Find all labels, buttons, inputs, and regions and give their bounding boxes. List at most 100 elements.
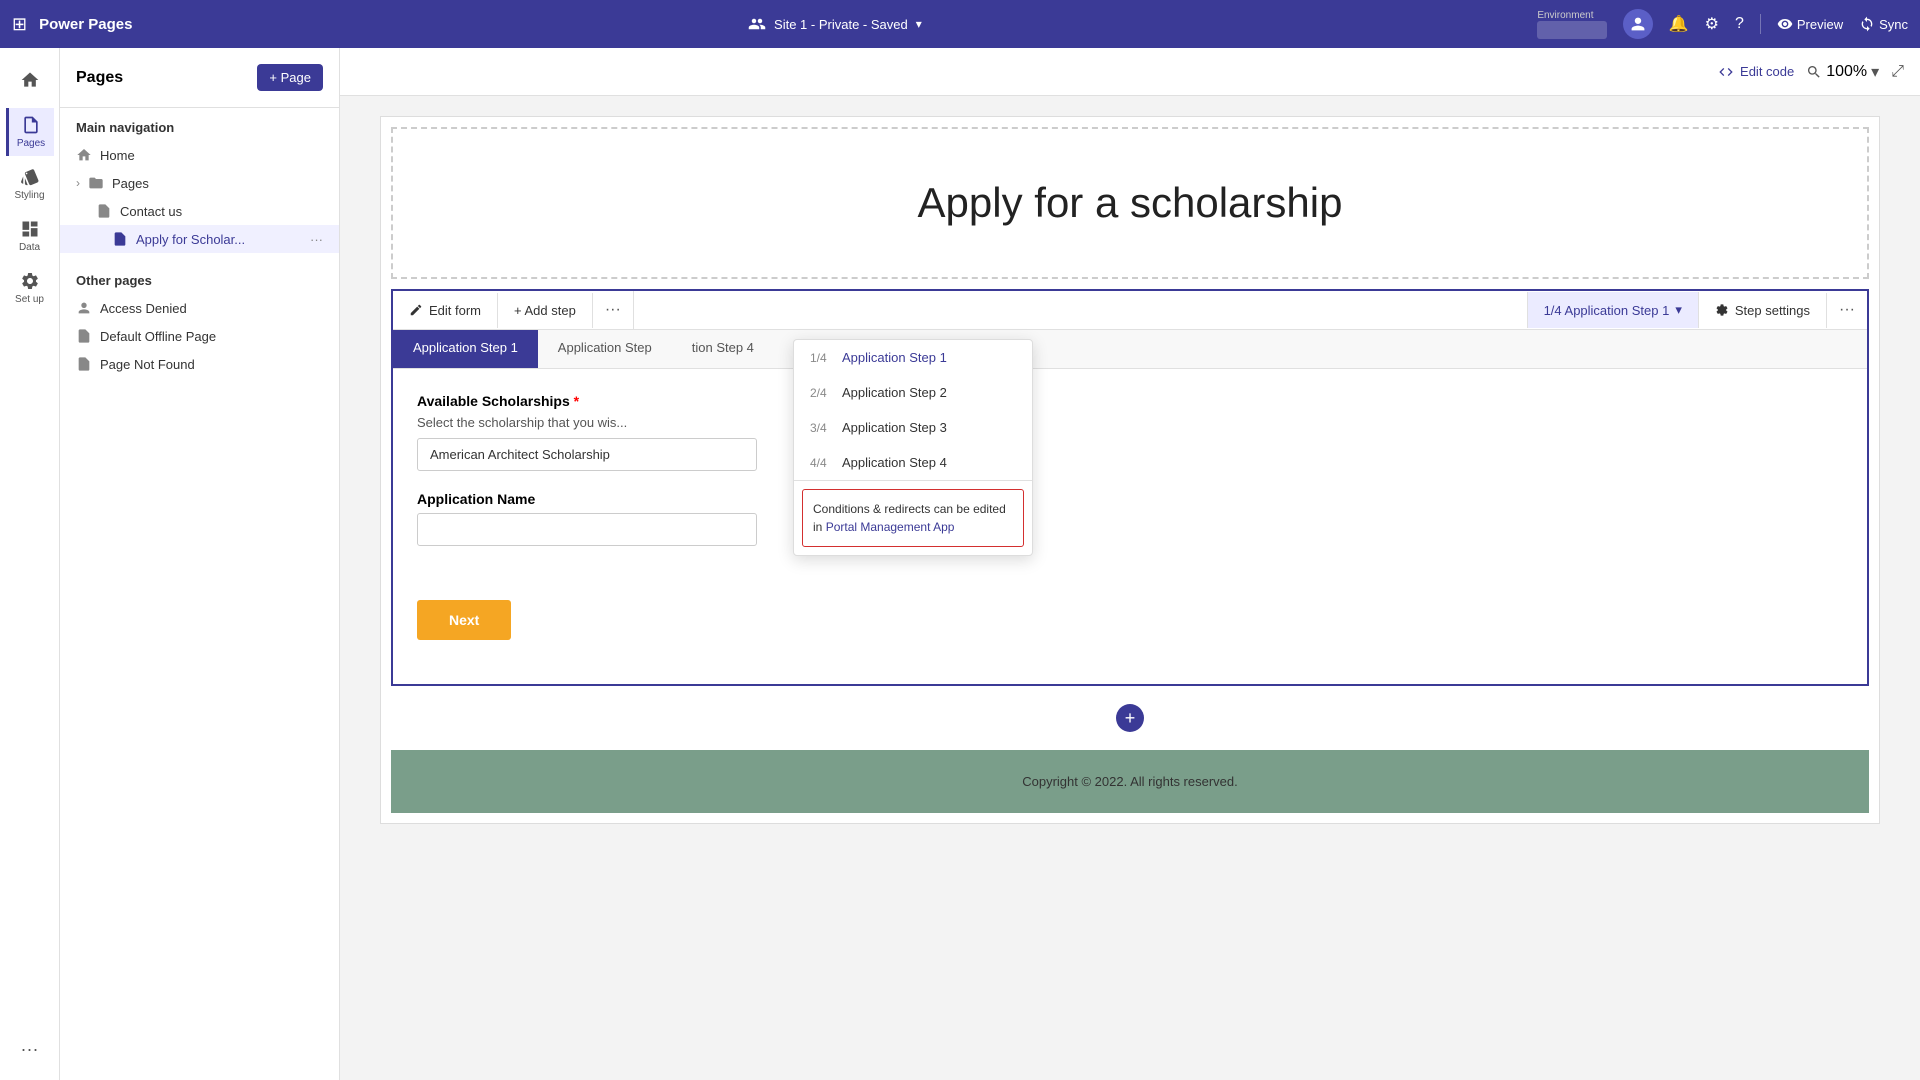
nav-pages-label: Pages bbox=[17, 138, 45, 149]
portal-management-link[interactable]: Portal Management App bbox=[826, 520, 955, 534]
preview-icon bbox=[1777, 16, 1793, 32]
page-icon bbox=[96, 203, 112, 219]
not-found-label: Page Not Found bbox=[100, 357, 195, 372]
step-more-button[interactable]: ··· bbox=[1827, 291, 1867, 329]
sync-icon bbox=[1859, 16, 1875, 32]
step-selector-button[interactable]: 1/4 Application Step 1 ▾ bbox=[1527, 292, 1699, 328]
form-more-button[interactable]: ··· bbox=[593, 291, 634, 329]
sync-button[interactable]: Sync bbox=[1859, 16, 1908, 32]
sidebar-item-not-found[interactable]: Page Not Found bbox=[60, 350, 339, 378]
zoom-level: 100% bbox=[1826, 63, 1867, 81]
env-label: Environment bbox=[1537, 10, 1593, 21]
pages-expand-icon: › bbox=[76, 176, 80, 190]
step-tab-4[interactable]: tion Step 4 bbox=[672, 330, 774, 368]
zoom-icon bbox=[1806, 64, 1822, 80]
sidebar-home-label: Home bbox=[100, 148, 135, 163]
form-section: Edit form + Add step ··· 1/4 Application… bbox=[391, 289, 1869, 686]
sidebar-pages-label: Pages bbox=[112, 176, 149, 191]
step-selector-chevron: ▾ bbox=[1675, 302, 1682, 318]
pages-panel-title: Pages bbox=[76, 69, 123, 87]
step-settings-label: Step settings bbox=[1735, 303, 1810, 318]
step-settings-icon bbox=[1715, 303, 1729, 317]
nav-styling[interactable]: Styling bbox=[6, 160, 54, 208]
dropdown-item-1[interactable]: 1/4 Application Step 1 bbox=[794, 340, 1032, 375]
form-toolbar-right: 1/4 Application Step 1 ▾ Step settings ·… bbox=[1527, 291, 1867, 329]
edit-code-button[interactable]: Edit code bbox=[1718, 64, 1794, 80]
apply-more-icon[interactable]: ··· bbox=[310, 232, 323, 247]
zoom-chevron[interactable]: ▾ bbox=[1871, 62, 1879, 82]
page-footer: Copyright © 2022. All rights reserved. bbox=[391, 750, 1869, 813]
step-tab-2[interactable]: Application Step bbox=[538, 330, 672, 368]
nav-pages[interactable]: Pages bbox=[6, 108, 54, 156]
step-tab-1[interactable]: Application Step 1 bbox=[393, 330, 538, 368]
folder-icon bbox=[88, 175, 104, 191]
home-icon bbox=[76, 147, 92, 163]
offline-page-label: Default Offline Page bbox=[100, 329, 216, 344]
sidebar-item-contact-us[interactable]: Contact us bbox=[60, 197, 339, 225]
add-step-label: + Add step bbox=[514, 303, 576, 318]
next-button[interactable]: Next bbox=[417, 600, 511, 640]
step-label-1: Application Step 1 bbox=[842, 350, 947, 365]
content-area: Edit code 100% ▾ ⤢ Apply for a scholarsh… bbox=[340, 48, 1920, 1080]
app-name-input[interactable] bbox=[417, 513, 757, 546]
step-num-4: 4/4 bbox=[810, 456, 834, 470]
main-layout: Pages Styling Data Set up ··· Pages + Pa… bbox=[0, 48, 1920, 1080]
page-canvas: Apply for a scholarship Edit form + Add … bbox=[380, 116, 1880, 824]
preview-label: Preview bbox=[1797, 17, 1843, 32]
user-avatar[interactable] bbox=[1623, 9, 1653, 39]
preview-button[interactable]: Preview bbox=[1777, 16, 1843, 32]
step-tab-2-label: Application Step bbox=[558, 340, 652, 355]
edit-form-button[interactable]: Edit form bbox=[393, 293, 498, 328]
site-icon bbox=[748, 15, 766, 33]
notification-icon[interactable]: 🔔 bbox=[1669, 14, 1689, 34]
sidebar-item-access-denied[interactable]: Access Denied bbox=[60, 294, 339, 322]
sidebar-item-offline[interactable]: Default Offline Page bbox=[60, 322, 339, 350]
active-page-icon bbox=[112, 231, 128, 247]
sidebar-item-home[interactable]: Home bbox=[60, 141, 339, 169]
step-selector-label: 1/4 Application Step 1 bbox=[1544, 303, 1670, 318]
nav-setup[interactable]: Set up bbox=[6, 264, 54, 312]
other-pages-label: Other pages bbox=[60, 261, 339, 294]
access-denied-label: Access Denied bbox=[100, 301, 187, 316]
nav-home[interactable] bbox=[6, 56, 54, 104]
add-section-button[interactable]: + bbox=[1116, 704, 1144, 732]
other-pages-section: Other pages Access Denied Default Offlin… bbox=[60, 261, 339, 378]
pages-panel: Pages + Page Main navigation Home › Page… bbox=[60, 48, 340, 1080]
dropdown-item-3[interactable]: 3/4 Application Step 3 bbox=[794, 410, 1032, 445]
topbar: ⊞ Power Pages Site 1 - Private - Saved ▾… bbox=[0, 0, 1920, 48]
app-name-field-group: Application Name bbox=[417, 491, 1843, 546]
person-icon bbox=[76, 300, 92, 316]
zoom-controls[interactable]: 100% ▾ bbox=[1806, 62, 1879, 82]
nav-data[interactable]: Data bbox=[6, 212, 54, 260]
dropdown-item-4[interactable]: 4/4 Application Step 4 bbox=[794, 445, 1032, 480]
dropdown-item-2[interactable]: 2/4 Application Step 2 bbox=[794, 375, 1032, 410]
grid-icon[interactable]: ⊞ bbox=[12, 14, 27, 35]
step-tab-4-label: tion Step 4 bbox=[692, 340, 754, 355]
site-dropdown-icon[interactable]: ▾ bbox=[916, 17, 922, 31]
step-settings-button[interactable]: Step settings bbox=[1699, 293, 1827, 328]
step-num-1: 1/4 bbox=[810, 351, 834, 365]
pages-panel-header: Pages + Page bbox=[60, 48, 339, 108]
sidebar-item-pages[interactable]: › Pages bbox=[60, 169, 339, 197]
more-icon[interactable]: ··· bbox=[21, 1039, 39, 1060]
app-title: Power Pages bbox=[39, 16, 132, 33]
env-value bbox=[1537, 21, 1606, 39]
step-tab-1-label: Application Step 1 bbox=[413, 340, 518, 355]
edit-form-icon bbox=[409, 303, 423, 317]
scholarships-field-group: Available Scholarships * Select the scho… bbox=[417, 393, 1843, 471]
expand-button[interactable]: ⤢ bbox=[1891, 63, 1904, 81]
conditions-notice: Conditions & redirects can be edited in … bbox=[802, 489, 1024, 547]
add-step-button[interactable]: + Add step bbox=[498, 293, 593, 328]
page-hero: Apply for a scholarship bbox=[391, 127, 1869, 279]
form-body: Available Scholarships * Select the scho… bbox=[393, 369, 1867, 590]
sidebar-item-apply[interactable]: Apply for Scholar... ··· bbox=[60, 225, 339, 253]
form-toolbar: Edit form + Add step ··· 1/4 Application… bbox=[393, 291, 1867, 330]
add-page-button[interactable]: + Page bbox=[257, 64, 323, 91]
scholarships-hint: Select the scholarship that you wis... bbox=[417, 415, 1843, 430]
app-name-label: Application Name bbox=[417, 491, 1843, 507]
settings-icon[interactable]: ⚙ bbox=[1705, 14, 1719, 34]
help-icon[interactable]: ? bbox=[1735, 15, 1744, 33]
site-info[interactable]: Site 1 - Private - Saved bbox=[774, 17, 908, 32]
scholarships-input[interactable] bbox=[417, 438, 757, 471]
form-footer: Next bbox=[393, 590, 1867, 684]
